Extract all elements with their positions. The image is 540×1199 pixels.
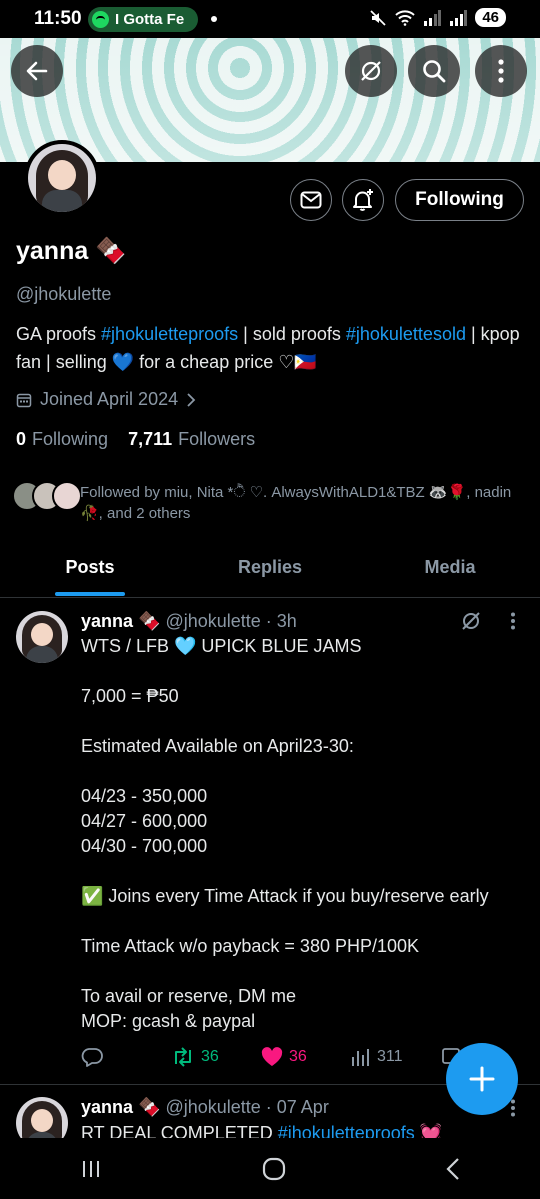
status-bar: 11:50 I Gotta Fe 46: [0, 0, 540, 38]
recents-icon[interactable]: [80, 1158, 102, 1180]
compose-button[interactable]: [446, 1043, 518, 1115]
chevron-right-icon: [187, 392, 196, 407]
avatar: [52, 481, 82, 511]
system-nav-bar: [0, 1138, 540, 1199]
tweet-handle-time: @jhokulette · 07 Apr: [165, 1097, 329, 1117]
view-count: 311: [377, 1048, 403, 1065]
following-button[interactable]: Following: [395, 179, 524, 221]
calendar-icon: [16, 393, 32, 407]
grok-icon[interactable]: [459, 609, 483, 633]
followed-by-avatars[interactable]: [12, 481, 82, 511]
back-button[interactable]: [11, 45, 63, 97]
tab-posts[interactable]: Posts: [0, 543, 180, 597]
spotify-icon: [92, 11, 109, 28]
tweet-text-suffix: 💓: [414, 1123, 443, 1138]
bio-hashtag-proofs[interactable]: #jhokuletteproofs: [101, 324, 238, 344]
wifi-icon: [395, 9, 416, 26]
like-button[interactable]: 36: [261, 1047, 351, 1067]
hide-icon: [361, 61, 381, 81]
bell-plus-icon: [353, 189, 373, 211]
followers-label: Followers: [178, 429, 256, 449]
home-icon[interactable]: [262, 1157, 286, 1181]
profile-banner: [0, 38, 540, 162]
retweet-count: 36: [201, 1048, 219, 1065]
tweet-avatar[interactable]: [16, 611, 68, 663]
back-arrow-icon: [26, 61, 48, 81]
profile-avatar[interactable]: [24, 140, 100, 216]
battery-indicator: 46: [475, 8, 506, 27]
tweet-text: WTS / LFB 🩵 UPICK BLUE JAMS 7,000 = ₱50 …: [81, 636, 489, 1031]
tweet-author-name[interactable]: yanna 🍫: [81, 611, 160, 631]
views-icon: [352, 1049, 369, 1066]
bio-text: GA proofs: [16, 324, 102, 344]
following-count: 0: [16, 429, 27, 449]
mail-icon: [300, 191, 322, 209]
signal-icon: [424, 9, 442, 26]
reply-icon: [81, 1048, 103, 1067]
tweet-handle-time: @jhokulette · 3h: [165, 611, 297, 631]
profile-tabs: Posts Replies Media: [0, 543, 540, 598]
following-count-link[interactable]: 0 Following: [16, 429, 108, 450]
hide-button[interactable]: [345, 45, 397, 97]
followers-count-link[interactable]: 7,711 Followers: [128, 429, 255, 450]
retweet-icon: [175, 1047, 191, 1067]
reply-button[interactable]: [81, 1047, 171, 1067]
like-count: 36: [289, 1048, 307, 1065]
search-button[interactable]: [408, 45, 460, 97]
mute-icon: [370, 9, 386, 26]
joined-date[interactable]: Joined April 2024: [16, 389, 196, 410]
back-nav-icon[interactable]: [446, 1157, 460, 1181]
views-button[interactable]: 311: [351, 1048, 441, 1066]
joined-label: Joined April 2024: [40, 389, 179, 409]
bio-text: | sold proofs: [238, 324, 346, 344]
following-label: Following: [32, 429, 109, 449]
avatar-image: [28, 144, 96, 212]
profile-handle: @jhokulette: [16, 284, 112, 304]
retweet-button[interactable]: 36: [171, 1047, 261, 1067]
tab-replies[interactable]: Replies: [180, 543, 360, 597]
tweet-header: yanna 🍫 @jhokulette · 3h: [81, 611, 297, 632]
search-icon: [423, 60, 446, 83]
signal-icon-2: [450, 9, 468, 26]
more-vertical-icon: [498, 59, 504, 83]
followers-count: 7,711: [128, 429, 173, 449]
heart-icon: [261, 1047, 283, 1066]
tweet-more-icon[interactable]: [510, 612, 516, 630]
notification-dot: [211, 16, 217, 22]
profile-bio: GA proofs #jhokuletteproofs | sold proof…: [16, 320, 528, 376]
tweet-text-prefix: RT DEAL COMPLETED: [81, 1123, 278, 1138]
tweet-author-name[interactable]: yanna 🍫: [81, 1097, 160, 1117]
tweet-text: RT DEAL COMPLETED #jhokuletteproofs 💓: [81, 1121, 521, 1138]
tweet-more-icon[interactable]: [510, 1099, 516, 1117]
tweet-hashtag[interactable]: #jhokuletteproofs: [278, 1123, 415, 1138]
status-icons: 46: [369, 8, 506, 27]
more-button[interactable]: [475, 45, 527, 97]
media-pill[interactable]: I Gotta Fe: [88, 7, 198, 32]
profile-name: yanna 🍫: [16, 237, 127, 265]
bio-hashtag-sold[interactable]: #jhokulettesold: [346, 324, 466, 344]
media-label: I Gotta Fe: [115, 11, 185, 28]
status-time: 11:50: [34, 8, 82, 29]
plus-icon: [469, 1066, 495, 1092]
followed-by-text[interactable]: Followed by miu, Nita *ੈ ♡. AlwaysWithAL…: [80, 482, 520, 524]
tweet-header: yanna 🍫 @jhokulette · 07 Apr: [81, 1097, 329, 1118]
tab-media[interactable]: Media: [360, 543, 540, 597]
follow-counts: 0 Following 7,711 Followers: [16, 429, 255, 450]
message-button[interactable]: [290, 179, 332, 221]
notify-button[interactable]: [342, 179, 384, 221]
